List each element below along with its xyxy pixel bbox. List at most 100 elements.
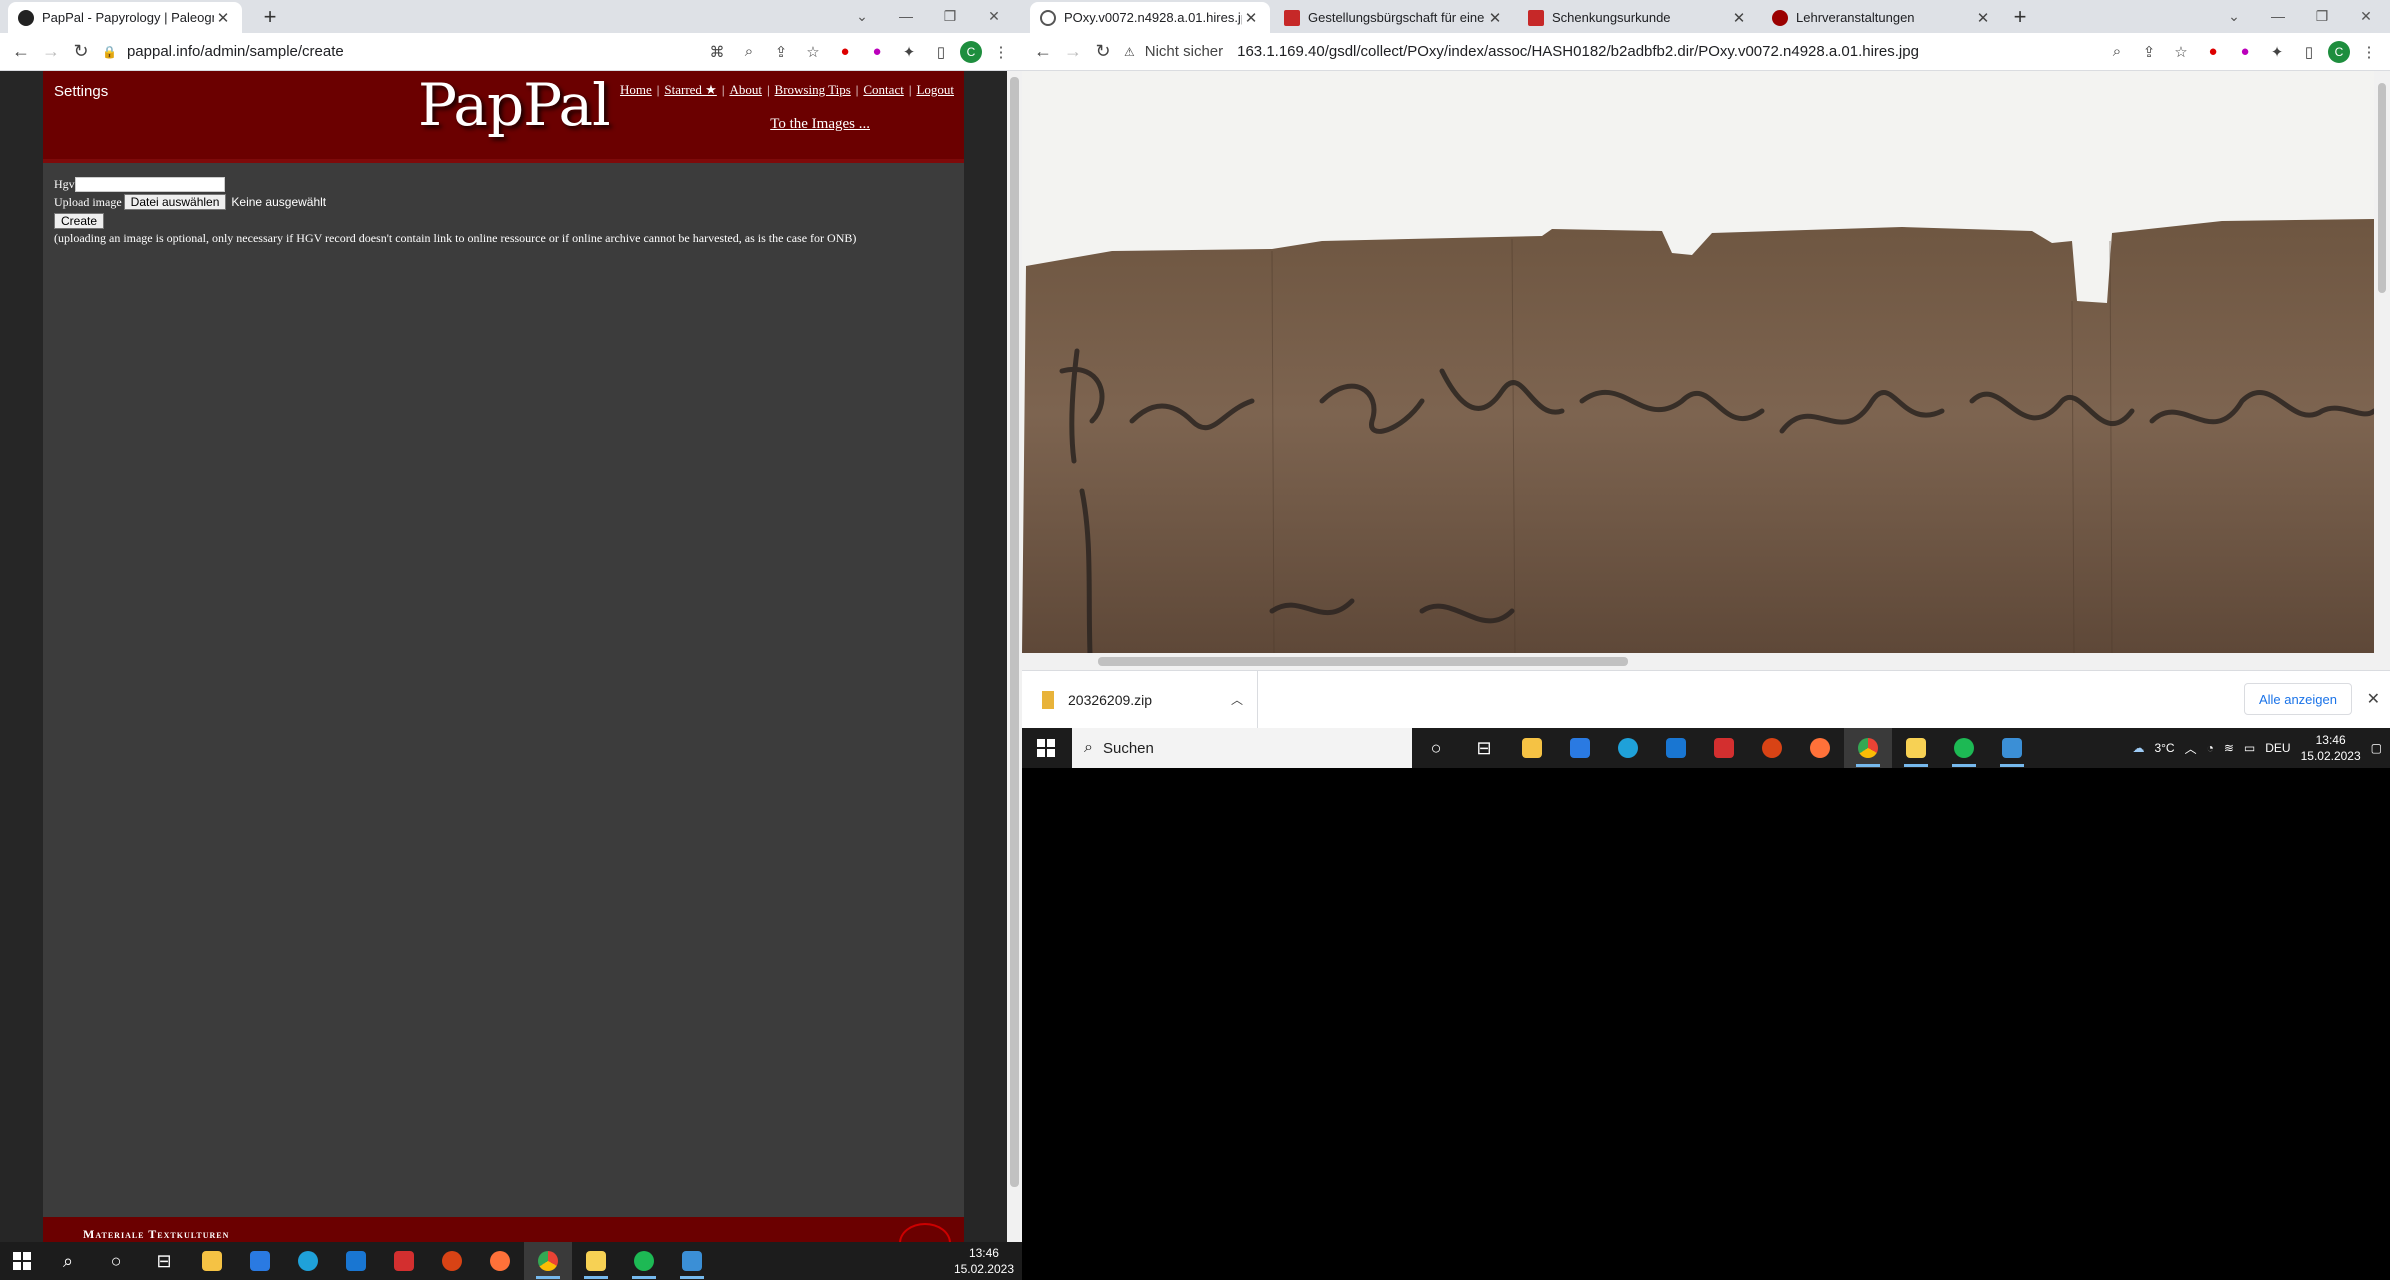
- wifi-icon[interactable]: ≋: [2224, 741, 2234, 755]
- profile-avatar[interactable]: C: [2328, 40, 2350, 63]
- store-icon[interactable]: [236, 1242, 284, 1280]
- notification-icon[interactable]: ▢: [2371, 741, 2382, 755]
- to-images-link[interactable]: To the Images ...: [770, 116, 870, 133]
- search-icon[interactable]: ⌕: [44, 1242, 92, 1280]
- file-explorer-icon[interactable]: [188, 1242, 236, 1280]
- download-item[interactable]: 20326209.zip ︿: [1022, 670, 1258, 729]
- tab-gestellung[interactable]: Gestellungsbürgschaft für eine N ✕: [1274, 2, 1514, 33]
- share-icon[interactable]: ⇪: [768, 39, 794, 65]
- create-button[interactable]: Create: [54, 213, 105, 229]
- extension-red-icon[interactable]: ●: [832, 39, 858, 65]
- menu-kebab-icon[interactable]: ⋮: [988, 39, 1014, 65]
- menu-kebab-icon[interactable]: ⋮: [2356, 39, 2382, 65]
- right-scroll-thumb[interactable]: [2378, 83, 2386, 293]
- start-button[interactable]: [1022, 728, 1070, 768]
- close-window-button[interactable]: ✕: [2344, 0, 2388, 32]
- weather-cloud-icon[interactable]: ☁: [2132, 741, 2144, 755]
- horizontal-scrollbar[interactable]: [1022, 653, 2374, 670]
- extension-purple-icon[interactable]: ●: [864, 39, 890, 65]
- horizontal-scroll-thumb[interactable]: [1098, 657, 1628, 666]
- taskbar-clock[interactable]: 13:46 15.02.2023: [954, 1245, 1014, 1277]
- powerpoint-icon[interactable]: [1748, 728, 1796, 768]
- task-view-icon[interactable]: ⊟: [140, 1242, 188, 1280]
- mail-icon[interactable]: [332, 1242, 380, 1280]
- close-tab-icon[interactable]: ✕: [214, 9, 232, 27]
- security-status[interactable]: Nicht sicher: [1145, 43, 1223, 60]
- taskbar-search[interactable]: ⌕ Suchen: [1072, 728, 1412, 768]
- acrobat-icon[interactable]: [380, 1242, 428, 1280]
- back-button[interactable]: ←: [1028, 37, 1058, 67]
- side-panel-icon[interactable]: ▯: [2296, 39, 2322, 65]
- profile-avatar[interactable]: C: [960, 40, 982, 63]
- restore-button[interactable]: ❐: [2300, 0, 2344, 32]
- settings-link[interactable]: Settings: [54, 83, 108, 100]
- chrome-icon[interactable]: [1844, 728, 1892, 768]
- battery-icon[interactable]: ▭: [2244, 741, 2255, 755]
- language-indicator[interactable]: DEU: [2265, 741, 2290, 755]
- new-tab-button[interactable]: +: [2006, 4, 2034, 30]
- choose-file-button[interactable]: Datei auswählen: [123, 194, 227, 210]
- cortana-icon[interactable]: ○: [1412, 728, 1460, 768]
- hgv-input[interactable]: [74, 176, 225, 192]
- photos-icon[interactable]: [1988, 728, 2036, 768]
- nav-about[interactable]: About: [729, 82, 762, 97]
- store-icon[interactable]: [1556, 728, 1604, 768]
- tab-schenkung[interactable]: Schenkungsurkunde ✕: [1518, 2, 1758, 33]
- nav-logout[interactable]: Logout: [916, 82, 954, 97]
- close-download-bar-icon[interactable]: ✕: [2367, 689, 2380, 709]
- address-bar[interactable]: ⚠ Nicht sicher 163.1.169.40/gsdl/collect…: [1124, 37, 2104, 67]
- taskbar-clock[interactable]: 13:46 15.02.2023: [2301, 732, 2361, 764]
- close-tab-icon[interactable]: ✕: [1974, 9, 1992, 27]
- photos-icon[interactable]: [668, 1242, 716, 1280]
- network-icon[interactable]: ◔: [2207, 741, 2214, 755]
- close-tab-icon[interactable]: ✕: [1486, 9, 1504, 27]
- firefox-icon[interactable]: [476, 1242, 524, 1280]
- nav-browsing-tips[interactable]: Browsing Tips: [775, 82, 851, 97]
- extensions-puzzle-icon[interactable]: ✦: [2264, 39, 2290, 65]
- file-explorer-icon[interactable]: [1508, 728, 1556, 768]
- forward-button[interactable]: →: [36, 37, 66, 67]
- extension-red-icon[interactable]: ●: [2200, 39, 2226, 65]
- restore-button[interactable]: ❐: [928, 0, 972, 32]
- tab-search-chevron-icon[interactable]: ⌄: [840, 0, 884, 32]
- close-tab-icon[interactable]: ✕: [1730, 9, 1748, 27]
- powerpoint-icon[interactable]: [428, 1242, 476, 1280]
- mail-icon[interactable]: [1652, 728, 1700, 768]
- files-app-icon[interactable]: [572, 1242, 620, 1280]
- task-view-icon[interactable]: ⊟: [1460, 728, 1508, 768]
- tray-chevron-icon[interactable]: ︿: [2185, 740, 2197, 757]
- nav-contact[interactable]: Contact: [863, 82, 903, 97]
- minimize-button[interactable]: —: [884, 0, 928, 32]
- back-button[interactable]: ←: [6, 37, 36, 67]
- zoom-icon[interactable]: ⌕: [2104, 39, 2130, 65]
- reload-button[interactable]: ↻: [66, 37, 96, 67]
- weather-temp[interactable]: 3°C: [2154, 741, 2174, 755]
- bookmark-star-icon[interactable]: ☆: [2168, 39, 2194, 65]
- nav-starred[interactable]: Starred ★: [664, 82, 716, 97]
- tab-pappal[interactable]: PapPal - Papyrology | Paleograph ✕: [8, 2, 242, 33]
- close-tab-icon[interactable]: ✕: [1242, 9, 1260, 27]
- side-panel-icon[interactable]: ▯: [928, 39, 954, 65]
- left-vertical-scrollbar[interactable]: [1007, 71, 1022, 1242]
- address-bar[interactable]: 🔒 pappal.info/admin/sample/create: [102, 37, 704, 67]
- forward-button[interactable]: →: [1058, 37, 1088, 67]
- right-vertical-scrollbar[interactable]: [2374, 71, 2390, 670]
- reload-button[interactable]: ↻: [1088, 37, 1118, 67]
- tab-image[interactable]: POxy.v0072.n4928.a.01.hires.jpg ✕: [1030, 2, 1270, 33]
- extension-purple-icon[interactable]: ●: [2232, 39, 2258, 65]
- edge-icon[interactable]: [284, 1242, 332, 1280]
- edge-icon[interactable]: [1604, 728, 1652, 768]
- start-button[interactable]: [0, 1242, 44, 1280]
- chevron-up-icon[interactable]: ︿: [1231, 691, 1243, 708]
- zoom-icon[interactable]: ⌕: [736, 39, 762, 65]
- cortana-icon[interactable]: ○: [92, 1242, 140, 1280]
- spotify-icon[interactable]: [1940, 728, 1988, 768]
- files-app-icon[interactable]: [1892, 728, 1940, 768]
- chrome-icon[interactable]: [524, 1242, 572, 1280]
- acrobat-icon[interactable]: [1700, 728, 1748, 768]
- bookmark-star-icon[interactable]: ☆: [800, 39, 826, 65]
- tab-search-chevron-icon[interactable]: ⌄: [2212, 0, 2256, 32]
- translate-icon[interactable]: ⌘: [704, 39, 730, 65]
- minimize-button[interactable]: —: [2256, 0, 2300, 32]
- share-icon[interactable]: ⇪: [2136, 39, 2162, 65]
